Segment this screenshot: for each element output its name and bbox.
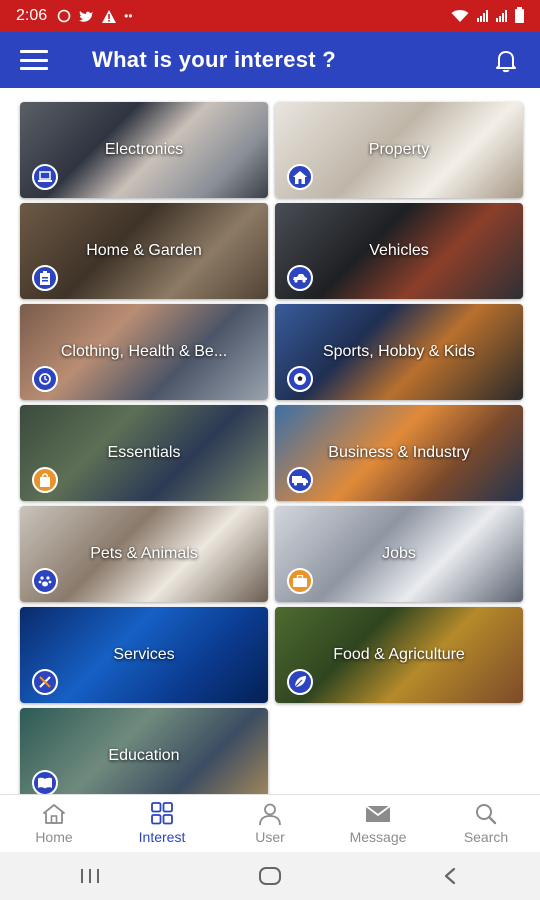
mail-icon xyxy=(365,805,391,822)
clipboard-icon xyxy=(32,265,58,291)
signal-icon xyxy=(477,10,488,22)
category-grid: Electronics Property Home & Garden Vehic… xyxy=(0,88,540,794)
book-icon xyxy=(32,770,58,794)
nav-search[interactable]: Search xyxy=(432,795,540,852)
nav-interest-label: Interest xyxy=(138,829,186,845)
category-label: Sports, Hobby & Kids xyxy=(322,343,476,360)
system-nav-bar xyxy=(0,852,540,900)
bell-icon[interactable] xyxy=(492,46,520,74)
category-label: Services xyxy=(113,646,175,663)
soccer-ball-icon xyxy=(287,366,313,392)
category-sports-hobby-kids[interactable]: Sports, Hobby & Kids xyxy=(275,304,523,400)
home-icon xyxy=(43,804,65,824)
category-label: Electronics xyxy=(104,141,184,158)
warning-icon xyxy=(102,9,117,23)
category-home-garden[interactable]: Home & Garden xyxy=(20,203,268,299)
category-label: Jobs xyxy=(382,545,416,562)
briefcase-icon xyxy=(287,568,313,594)
battery-icon xyxy=(515,7,524,23)
wifi-icon xyxy=(451,10,469,22)
category-label: Property xyxy=(368,141,430,158)
category-electronics[interactable]: Electronics xyxy=(20,102,268,198)
more-notifications-icon: •• xyxy=(124,9,133,23)
category-label: Vehicles xyxy=(369,242,429,259)
house-icon xyxy=(287,164,313,190)
tools-icon xyxy=(32,669,58,695)
category-label: Home & Garden xyxy=(86,242,202,259)
category-essentials[interactable]: Essentials xyxy=(20,405,268,501)
nav-interest[interactable]: Interest xyxy=(108,795,216,852)
nav-home[interactable]: Home xyxy=(0,795,108,852)
category-services[interactable]: Services xyxy=(20,607,268,703)
category-label: Pets & Animals xyxy=(90,545,198,562)
nav-home-label: Home xyxy=(35,829,73,845)
notification-icons: •• xyxy=(57,9,133,23)
category-food-agriculture[interactable]: Food & Agriculture xyxy=(275,607,523,703)
nav-user[interactable]: User xyxy=(216,795,324,852)
watch-icon xyxy=(32,366,58,392)
whatsapp-icon xyxy=(57,9,71,23)
nav-message[interactable]: Message xyxy=(324,795,432,852)
grid-icon xyxy=(151,802,173,825)
status-bar: 2:06 •• xyxy=(0,0,540,32)
leaf-icon xyxy=(287,669,313,695)
user-icon xyxy=(259,803,281,826)
category-education[interactable]: Education xyxy=(20,708,268,794)
category-label: Education xyxy=(108,747,180,764)
bottom-nav: Home Interest User Message Search xyxy=(0,794,540,852)
category-property[interactable]: Property xyxy=(275,102,523,198)
category-label: Clothing, Health & Be... xyxy=(60,343,228,360)
status-time: 2:06 xyxy=(16,7,48,24)
twitter-icon xyxy=(79,10,94,22)
menu-icon[interactable] xyxy=(20,50,48,70)
category-pets-animals[interactable]: Pets & Animals xyxy=(20,506,268,602)
recents-icon[interactable] xyxy=(60,861,120,891)
car-icon xyxy=(287,265,313,291)
nav-message-label: Message xyxy=(349,829,407,845)
page-title: What is your interest ? xyxy=(92,47,337,72)
nav-search-label: Search xyxy=(463,829,509,845)
back-icon[interactable] xyxy=(420,861,480,891)
category-label: Business & Industry xyxy=(328,444,470,461)
truck-icon xyxy=(287,467,313,493)
category-label: Food & Agriculture xyxy=(333,646,465,663)
category-vehicles[interactable]: Vehicles xyxy=(275,203,523,299)
shopping-bag-icon xyxy=(32,467,58,493)
home-circle-icon[interactable] xyxy=(240,861,300,891)
search-icon xyxy=(476,804,497,825)
category-label: Essentials xyxy=(107,444,181,461)
category-business-industry[interactable]: Business & Industry xyxy=(275,405,523,501)
category-clothing-health-beauty[interactable]: Clothing, Health & Be... xyxy=(20,304,268,400)
signal-icon-2 xyxy=(496,10,507,22)
laptop-icon xyxy=(32,164,58,190)
category-jobs[interactable]: Jobs xyxy=(275,506,523,602)
nav-user-label: User xyxy=(255,829,285,845)
pet-icon xyxy=(32,568,58,594)
app-bar: What is your interest ? xyxy=(0,32,540,88)
